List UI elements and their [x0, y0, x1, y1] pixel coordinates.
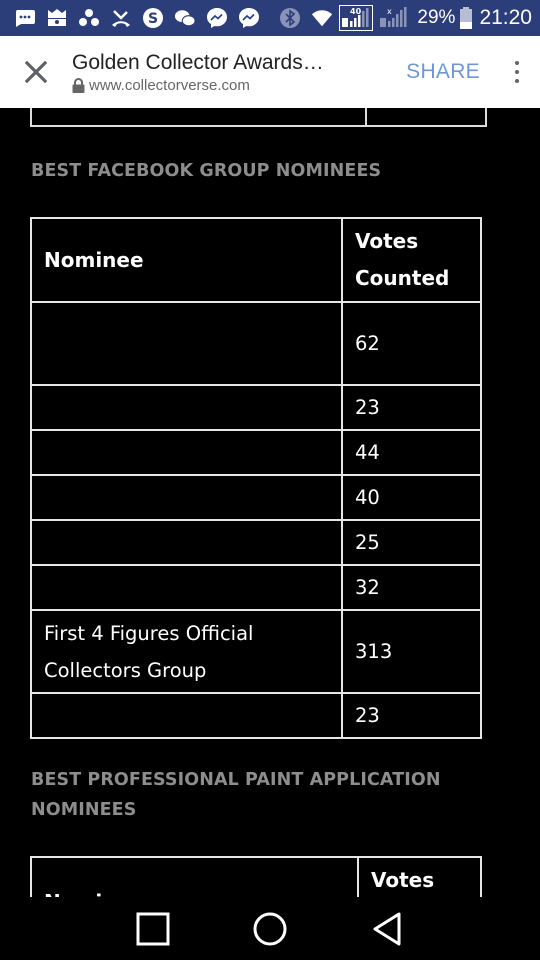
custom-tab-toolbar: Golden Collector Awards… www.collectorve… [0, 36, 540, 108]
table-row: 25 [30, 519, 482, 566]
back-icon [373, 912, 401, 945]
table-row: 23 [30, 384, 482, 431]
svg-text:40: 40 [350, 7, 362, 16]
table-header-row: Nominee Votes Counted [30, 217, 482, 303]
column-header-line: Votes [355, 229, 419, 253]
table-row: 23 [30, 692, 482, 739]
battery-percent: 29% [417, 7, 456, 28]
title-block: Golden Collector Awards… www.collectorve… [72, 50, 392, 94]
recents-icon [136, 912, 170, 945]
facebook-group-nominees-table: Nominee Votes Counted 62 23 44 40 25 32 … [30, 217, 482, 739]
nominee-text-line: First 4 Figures Official [44, 621, 254, 645]
skype-icon: S [142, 7, 164, 29]
close-button[interactable] [0, 36, 72, 108]
votes-cell: 23 [341, 384, 482, 431]
nominee-cell [30, 519, 343, 566]
table-column-divider [365, 108, 367, 125]
column-header-line: Counted [355, 266, 450, 290]
message-icon [14, 7, 36, 29]
overflow-menu-button[interactable] [494, 36, 540, 108]
votes-cell: 44 [341, 429, 482, 476]
game-icon [46, 7, 68, 29]
nominee-cell [30, 429, 343, 476]
table-row: First 4 Figures Official Collectors Grou… [30, 609, 482, 694]
status-bar: S 40 x 29% 21:20 [0, 0, 540, 36]
votes-cell: 62 [341, 301, 482, 386]
page-title: Golden Collector Awards… [72, 51, 324, 74]
votes-cell: 25 [341, 519, 482, 566]
recents-button[interactable] [133, 909, 173, 949]
clock: 21:20 [479, 6, 532, 29]
column-header-nominee: Nominee [30, 217, 343, 303]
nominee-cell [30, 564, 343, 611]
votes-cell: 23 [341, 692, 482, 739]
messenger-icon [238, 7, 260, 29]
section-heading-facebook-group: BEST FACEBOOK GROUP NOMINEES [31, 161, 382, 181]
svg-text:x: x [387, 7, 392, 16]
svg-text:S: S [148, 11, 158, 27]
home-icon [253, 912, 287, 945]
heading-line: BEST PROFESSIONAL PAINT APPLICATION [31, 770, 441, 790]
nominee-cell [30, 692, 343, 739]
dots-icon [78, 7, 100, 29]
missed-call-icon [110, 7, 132, 29]
close-icon [24, 60, 48, 84]
menu-dot [515, 61, 519, 65]
url-row: www.collectorverse.com [72, 77, 392, 94]
table-row: 44 [30, 429, 482, 476]
table-row: 40 [30, 474, 482, 521]
paint-application-nominees-table: Nominee Votes [30, 856, 482, 897]
heading-line: NOMINEES [31, 800, 137, 820]
signal-sim2-icon: x [379, 7, 409, 29]
wifi-icon [311, 7, 333, 29]
section-heading-paint-application: BEST PROFESSIONAL PAINT APPLICATION NOMI… [31, 765, 441, 825]
battery-icon [459, 7, 473, 29]
nominee-cell: First 4 Figures Official Collectors Grou… [30, 609, 343, 694]
votes-cell: 313 [341, 609, 482, 694]
home-button[interactable] [250, 909, 290, 949]
page-content[interactable]: BEST FACEBOOK GROUP NOMINEES Nominee Vot… [0, 108, 540, 897]
back-button[interactable] [367, 909, 407, 949]
navigation-bar [0, 897, 540, 960]
column-header-nominee: Nominee [30, 856, 359, 897]
bluetooth-icon [279, 7, 301, 29]
votes-cell: 40 [341, 474, 482, 521]
nominee-cell [30, 384, 343, 431]
column-header-votes: Votes [357, 856, 482, 897]
messenger-icon [206, 7, 228, 29]
nominee-cell [30, 474, 343, 521]
lock-icon [72, 78, 85, 93]
votes-cell: 32 [341, 564, 482, 611]
table-row: 32 [30, 564, 482, 611]
menu-dot [515, 79, 519, 83]
table-header-row: Nominee Votes [30, 856, 482, 897]
previous-table-bottom [30, 108, 487, 127]
nominee-text-line: Collectors Group [44, 658, 207, 682]
table-row: 62 [30, 301, 482, 386]
nominee-cell [30, 301, 343, 386]
column-header-votes-counted: Votes Counted [341, 217, 482, 303]
wechat-icon [174, 7, 196, 29]
menu-dot [515, 70, 519, 74]
signal-sim1-icon: 40 [339, 5, 374, 31]
page-url: www.collectorverse.com [89, 77, 250, 94]
share-button[interactable]: SHARE [392, 60, 494, 84]
